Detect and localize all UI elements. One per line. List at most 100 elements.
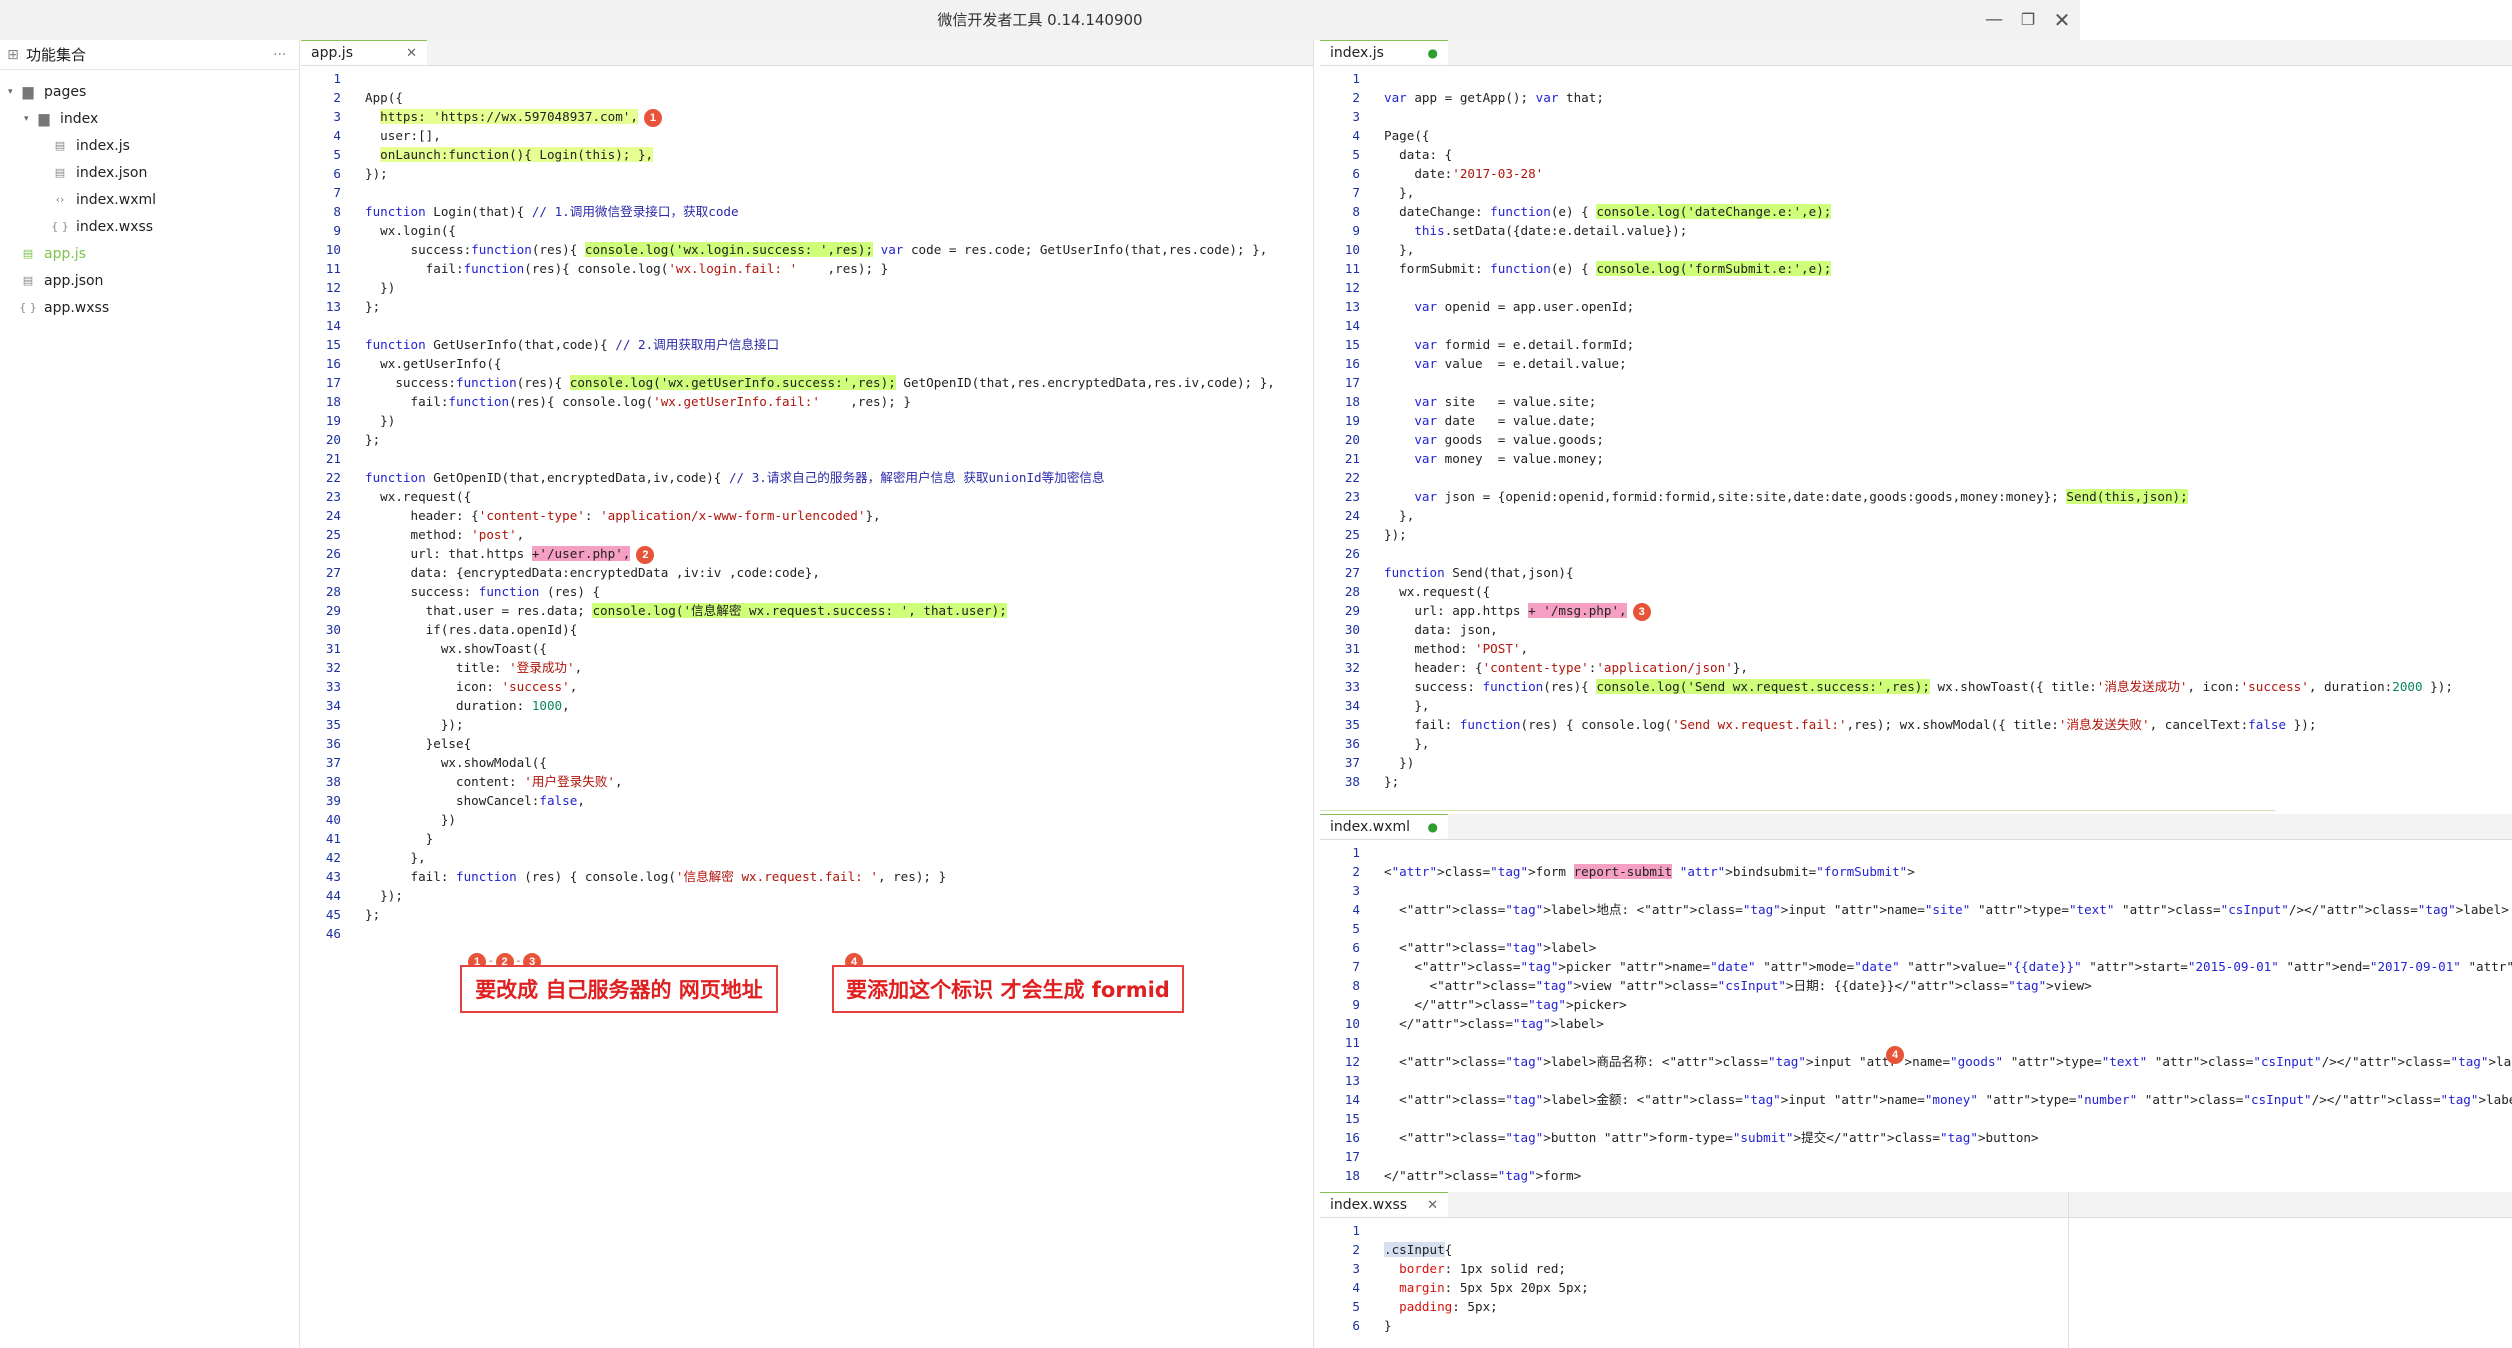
- code-line: 38};: [1320, 772, 2512, 791]
- code-line: 1: [1320, 69, 2512, 88]
- line-number: 8: [333, 204, 341, 219]
- line-number: 36: [1344, 736, 1360, 751]
- line-number: 32: [325, 660, 341, 675]
- tree-item-index-json[interactable]: ▤ index.json: [0, 159, 299, 186]
- file-explorer-sidebar: ⊞ 功能集合 ··· ▾ ▆ pages ▾ ▆ index ▤ index.js ▤ index…: [0, 40, 300, 1348]
- line-number: 4: [1352, 128, 1360, 143]
- code-line: 4 user:[],: [301, 126, 1313, 145]
- code-line: 45};: [301, 905, 1313, 924]
- line-text: padding: 5px;: [1399, 1299, 1498, 1314]
- tab-app-js[interactable]: app.js ✕: [301, 40, 427, 65]
- line-text: https: 'https://wx.597048937.com', 1: [341, 107, 662, 127]
- tree-item-index-wxss[interactable]: { } index.wxss: [0, 213, 299, 240]
- code-editor[interactable]: 1 2 <"attr">class="tag">form report-submit…: [1320, 840, 2512, 1185]
- line-number: 21: [1344, 451, 1360, 466]
- code-line: 18 </"attr">class="tag">form>: [1320, 1166, 2512, 1185]
- code-line: 9 this.setData({date:e.detail.value});: [1320, 221, 2512, 240]
- editor-pane-index-wxml: index.wxml ● 1 2 <"attr">class="tag">form …: [1320, 814, 2512, 1192]
- line-text: success:function(res){ console.log('wx.l…: [365, 242, 1268, 257]
- maximize-button[interactable]: ❐: [2016, 8, 2040, 32]
- tree-item-label: index.wxml: [76, 191, 157, 208]
- line-text: wx.request({: [365, 489, 472, 504]
- line-number: 23: [325, 489, 341, 504]
- tree-toggle-icon[interactable]: ⊞: [0, 47, 26, 63]
- badge-1: 1: [643, 108, 662, 127]
- tree-item-index[interactable]: ▾ ▆ index: [0, 105, 299, 132]
- tab-index-js[interactable]: index.js ●: [1320, 40, 1448, 65]
- close-tab-icon[interactable]: ✕: [1427, 1198, 1438, 1213]
- tree-item-pages[interactable]: ▾ ▆ pages: [0, 78, 299, 105]
- line-text: [1360, 316, 1384, 335]
- code-line: 6 date:'2017-03-28': [1320, 164, 2512, 183]
- tree-item-app-json[interactable]: ▤ app.json: [0, 267, 299, 294]
- line-number: 14: [325, 318, 341, 333]
- js-file-icon: ▤: [54, 139, 66, 152]
- code-line: 8 function Login(that){ // 1.调用微信登录接口，获取c…: [301, 202, 1313, 221]
- title-bar: 微信开发者工具 0.14.140900 — ❐ ✕: [0, 0, 2080, 40]
- code-line: 30 data: json,: [1320, 620, 2512, 639]
- line-number: 7: [333, 185, 341, 200]
- code-editor[interactable]: 1 2 App({3 https: 'https://wx.597048937.co…: [301, 66, 1313, 943]
- code-line: 11 fail:function(res){ console.log('wx.l…: [301, 259, 1313, 278]
- line-number: 38: [325, 774, 341, 789]
- code-line: 10 </"attr">class="tag">label>: [1320, 1014, 2512, 1033]
- line-text: <"attr">class="tag">button "attr">form-t…: [1384, 1130, 2039, 1145]
- folder-icon: ▆: [38, 110, 50, 127]
- line-text: border: 1px solid red;: [1399, 1261, 1566, 1276]
- code-line: 15 function GetUserInfo(that,code){ // 2.…: [301, 335, 1313, 354]
- tab-bar: index.wxss ✕: [1320, 1192, 2512, 1218]
- line-text: function Login(that){ // 1.调用微信登录接口，获取co…: [365, 204, 739, 219]
- line-number: 15: [325, 337, 341, 352]
- line-number: 8: [1352, 204, 1360, 219]
- close-window-button[interactable]: ✕: [2050, 8, 2074, 32]
- code-line: 2 .csInput{: [1320, 1240, 2512, 1259]
- code-line: 14: [301, 316, 1313, 335]
- tab-index-wxss[interactable]: index.wxss ✕: [1320, 1192, 1448, 1217]
- line-number: 6: [333, 166, 341, 181]
- tree-item-index-wxml[interactable]: ‹› index.wxml: [0, 186, 299, 213]
- line-text: wx.showModal({: [365, 755, 547, 770]
- code-editor[interactable]: 1 2 .csInput{3 border: 1px solid red; 4 mar…: [1320, 1218, 2512, 1335]
- code-line: 42 },: [301, 848, 1313, 867]
- line-number: 26: [325, 546, 341, 561]
- line-number: 17: [325, 375, 341, 390]
- js-file-icon: ▤: [22, 247, 34, 260]
- line-number: 3: [1352, 109, 1360, 124]
- line-number: 44: [325, 888, 341, 903]
- line-text: this.setData({date:e.detail.value});: [1414, 223, 1688, 238]
- line-text: [341, 183, 365, 202]
- line-number: 1: [1352, 1223, 1360, 1238]
- code-line: 8 dateChange: function(e) { console.log(…: [1320, 202, 2512, 221]
- line-number: 6: [1352, 1318, 1360, 1333]
- code-line: 29 url: app.https + '/msg.php', 3: [1320, 601, 2512, 621]
- line-text: [341, 316, 365, 335]
- code-line: 33 icon: 'success',: [301, 677, 1313, 696]
- line-number: 18: [1344, 1168, 1360, 1183]
- line-number: 39: [325, 793, 341, 808]
- code-line: 1: [1320, 1221, 2512, 1240]
- line-text: Page({: [1384, 128, 1430, 143]
- line-number: 13: [1344, 299, 1360, 314]
- pane-divider: [2068, 1192, 2069, 1348]
- code-line: 35 });: [301, 715, 1313, 734]
- pane-divider: [1320, 810, 2275, 811]
- line-text: }): [365, 280, 396, 295]
- more-options-icon[interactable]: ···: [273, 47, 299, 63]
- line-number: 3: [333, 109, 341, 124]
- line-text: method: 'POST',: [1384, 641, 1529, 656]
- line-number: 3: [1352, 883, 1360, 898]
- code-editor[interactable]: 1 2 var app = getApp(); var that; 3 4 Page({5…: [1320, 66, 2512, 791]
- line-text: var app = getApp(); var that;: [1384, 90, 1604, 105]
- tree-item-app-wxss[interactable]: { } app.wxss: [0, 294, 299, 321]
- close-tab-icon[interactable]: ✕: [406, 46, 417, 61]
- tree-item-app-js[interactable]: ▤ app.js: [0, 240, 299, 267]
- line-text: }): [365, 413, 396, 428]
- line-text: data: json,: [1384, 622, 1498, 637]
- tab-index-wxml[interactable]: index.wxml ●: [1320, 814, 1448, 839]
- line-number: 35: [325, 717, 341, 732]
- tree-item-index-js[interactable]: ▤ index.js: [0, 132, 299, 159]
- line-number: 4: [1352, 1280, 1360, 1295]
- line-number: 6: [1352, 940, 1360, 955]
- line-text: function GetUserInfo(that,code){ // 2.调用…: [365, 337, 780, 352]
- minimize-button[interactable]: —: [1982, 8, 2006, 32]
